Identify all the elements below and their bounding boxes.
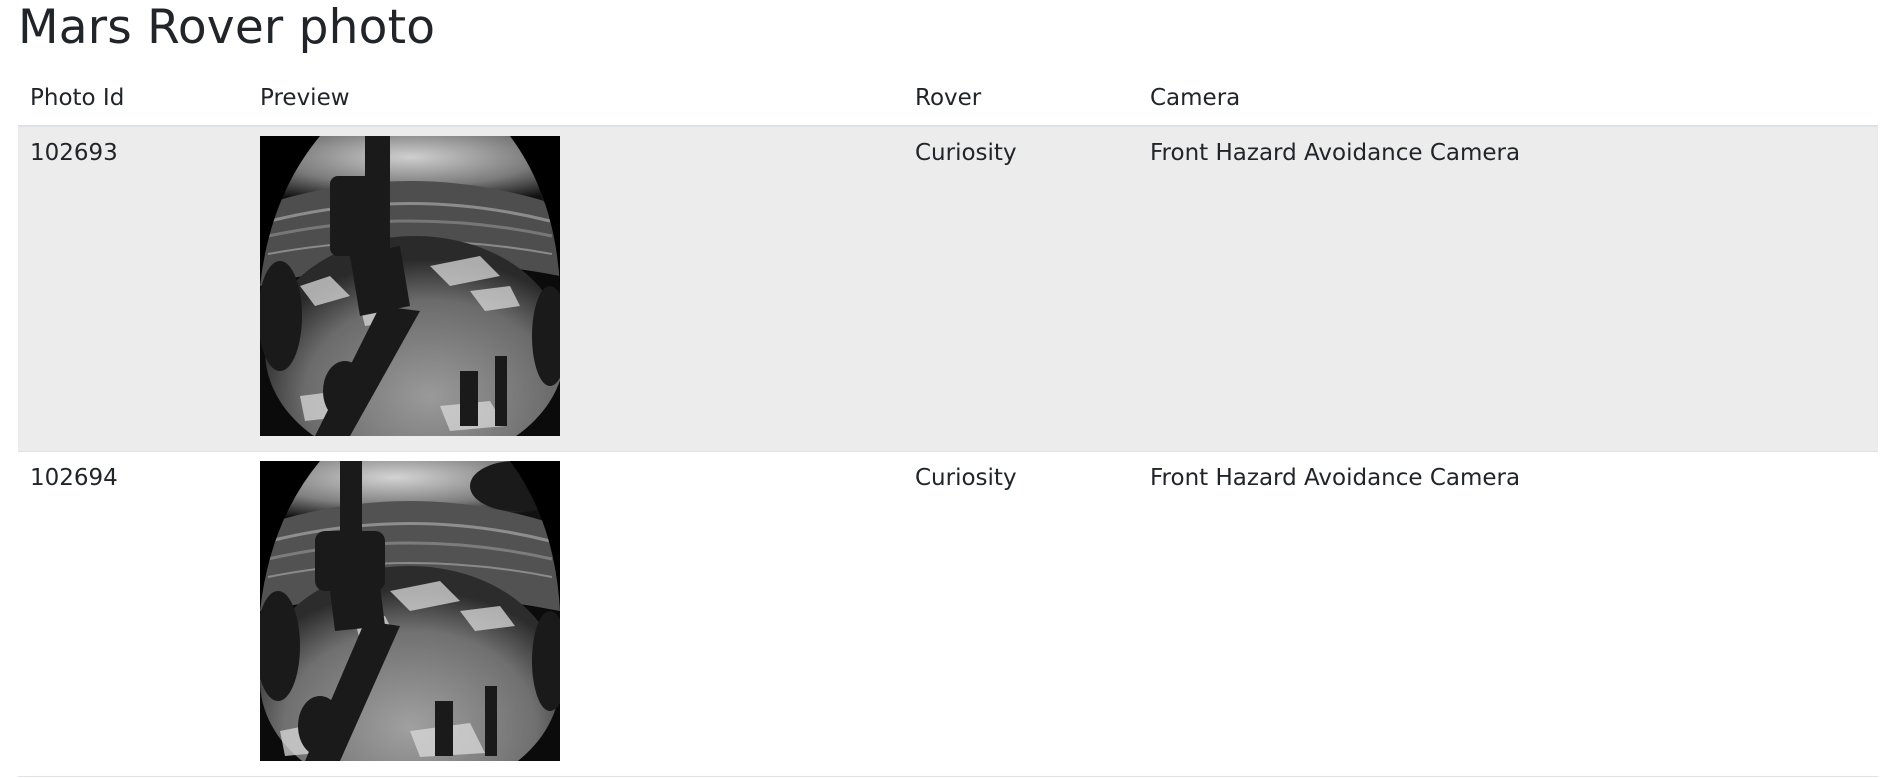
preview-cell <box>248 126 903 452</box>
page: Mars Rover photo Photo Id Preview Rover … <box>0 0 1885 778</box>
page-title: Mars Rover photo <box>18 0 436 55</box>
column-header-rover: Rover <box>903 72 1138 127</box>
header-row: Photo Id Preview Rover Camera <box>18 72 1878 127</box>
rover-cell: Curiosity <box>903 126 1138 452</box>
table-row: 102693 Curiosity Front Hazard Avoidance … <box>18 126 1878 452</box>
mars-surface-photo-icon[interactable] <box>260 136 560 436</box>
table-row: 102694 Curiosity Front Hazard Avoidance … <box>18 451 1878 777</box>
table-body: 102693 Curiosity Front Hazard Avoidance … <box>18 126 1878 777</box>
camera-cell: Front Hazard Avoidance Camera <box>1138 126 1878 452</box>
table-header: Photo Id Preview Rover Camera <box>18 72 1878 127</box>
photo-id-cell: 102693 <box>18 126 248 452</box>
preview-cell <box>248 451 903 777</box>
column-header-preview: Preview <box>248 72 903 127</box>
photo-id-cell: 102694 <box>18 451 248 777</box>
photos-table: Photo Id Preview Rover Camera 102693 Cur… <box>18 72 1878 777</box>
column-header-photo-id: Photo Id <box>18 72 248 127</box>
rover-cell: Curiosity <box>903 451 1138 777</box>
column-header-camera: Camera <box>1138 72 1878 127</box>
camera-cell: Front Hazard Avoidance Camera <box>1138 451 1878 777</box>
mars-surface-photo-icon[interactable] <box>260 460 560 761</box>
